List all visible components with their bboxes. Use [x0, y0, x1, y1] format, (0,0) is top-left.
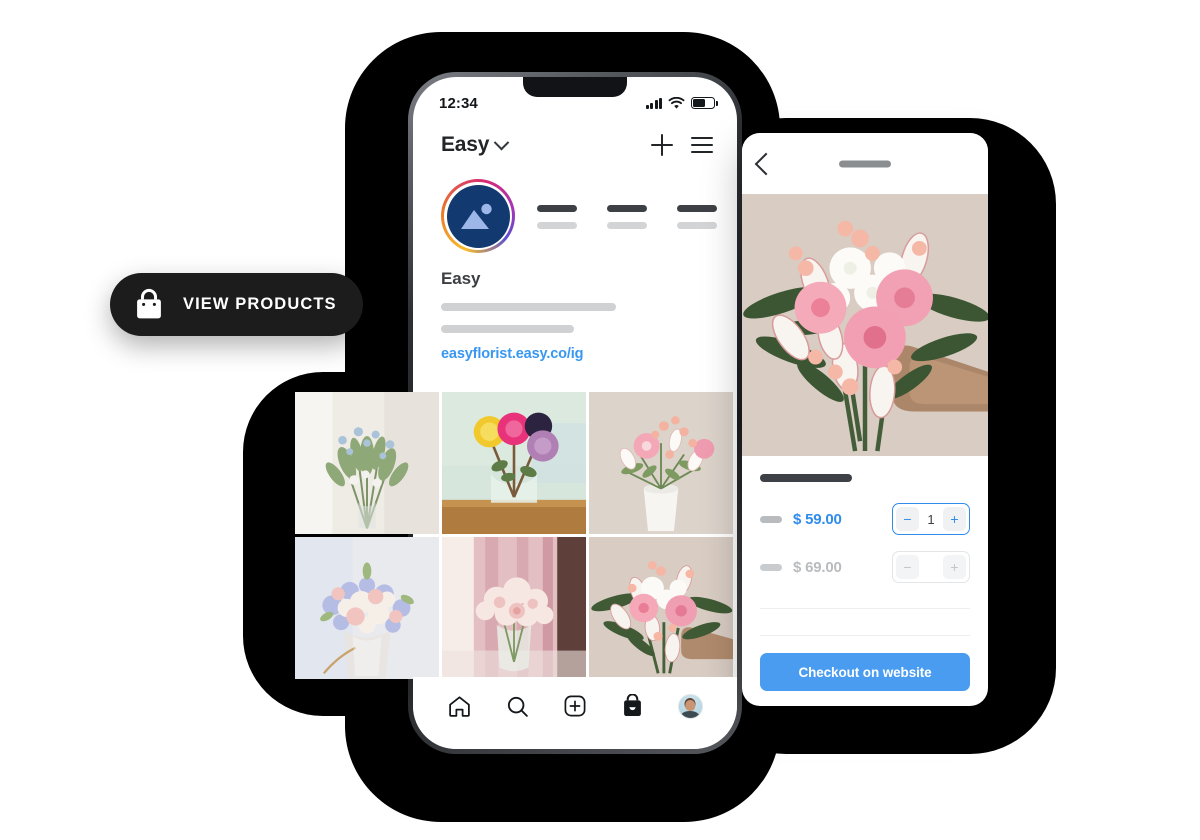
phone-notch [523, 77, 627, 97]
avatar-icon [677, 693, 703, 719]
stat-posts[interactable] [537, 205, 577, 229]
chevron-down-icon [493, 134, 510, 150]
stat-followers[interactable] [607, 205, 647, 229]
variant-price: $ 59.00 [793, 510, 842, 528]
view-products-label: VIEW PRODUCTS [183, 295, 337, 313]
profile-display-name: Easy [441, 269, 481, 288]
nav-home[interactable] [445, 691, 475, 721]
product-panel-title-placeholder [839, 160, 891, 167]
avatar-story-ring[interactable] [441, 179, 515, 253]
account-name: Easy [441, 133, 490, 156]
increment-button[interactable]: + [943, 507, 966, 531]
variant-label-placeholder [760, 563, 782, 571]
stat-value-placeholder [607, 205, 647, 212]
search-icon [507, 696, 528, 717]
decrement-button[interactable]: − [896, 555, 919, 579]
shopping-bag-filled-icon [624, 694, 641, 716]
grid-photo[interactable] [589, 537, 733, 679]
product-detail-panel: $ 59.00 − 1 + $ 69.00 − + Checkout on we… [742, 133, 988, 706]
grid-photo[interactable] [295, 537, 439, 679]
status-icons [645, 96, 718, 110]
composition-stage: 12:34 Easy Easy easyflorist.easy.co/ig $… [0, 0, 1200, 840]
profile-photo-grid [295, 392, 733, 679]
cellular-signal-icon [645, 97, 662, 109]
variant-price: $ 69.00 [793, 558, 842, 576]
product-hero-image [742, 194, 988, 456]
divider [760, 608, 970, 609]
header-actions [651, 134, 713, 156]
battery-icon [691, 97, 718, 109]
stat-label-placeholder [677, 222, 717, 229]
product-title-placeholder [760, 474, 852, 482]
nav-shop[interactable] [618, 691, 648, 721]
plus-icon[interactable] [651, 134, 673, 156]
product-panel-header [742, 133, 988, 194]
plus-square-icon [564, 695, 586, 717]
avatar [446, 184, 510, 248]
view-products-badge[interactable]: VIEW PRODUCTS [110, 273, 363, 336]
decrement-button[interactable]: − [896, 507, 919, 531]
variant-label-placeholder [760, 515, 782, 523]
profile-row [413, 167, 737, 253]
chevron-left-icon[interactable] [754, 152, 778, 175]
quantity-value: 1 [927, 511, 935, 527]
quantity-stepper[interactable]: − 1 + [892, 503, 970, 535]
grid-photo[interactable] [295, 392, 439, 534]
image-placeholder-icon [458, 199, 498, 230]
profile-bio: Easy easyflorist.easy.co/ig [413, 253, 737, 362]
home-icon [449, 695, 471, 717]
grid-photo[interactable] [589, 392, 733, 534]
bio-placeholder-line [441, 325, 574, 333]
grid-photo[interactable] [442, 392, 586, 534]
variant-row-selected[interactable]: $ 59.00 − 1 + [760, 503, 970, 535]
checkout-area: Checkout on website [742, 636, 988, 706]
grid-photo[interactable] [442, 537, 586, 679]
shopping-bag-icon [137, 288, 161, 318]
variant-row[interactable]: $ 69.00 − + [760, 551, 970, 583]
status-time: 12:34 [439, 94, 478, 112]
increment-button[interactable]: + [943, 555, 966, 579]
stat-value-placeholder [677, 205, 717, 212]
quantity-stepper[interactable]: − + [892, 551, 970, 583]
nav-search[interactable] [502, 691, 532, 721]
hamburger-icon[interactable] [691, 136, 713, 154]
account-switcher[interactable]: Easy [441, 133, 510, 157]
nav-profile[interactable] [675, 691, 705, 721]
stat-label-placeholder [607, 222, 647, 229]
avatar-inner [444, 182, 512, 250]
profile-stats [537, 203, 717, 229]
stat-label-placeholder [537, 222, 577, 229]
profile-website-link[interactable]: easyflorist.easy.co/ig [441, 346, 709, 362]
bottom-nav [413, 677, 737, 749]
app-header: Easy [413, 121, 737, 167]
stat-value-placeholder [537, 205, 577, 212]
checkout-button[interactable]: Checkout on website [760, 653, 970, 691]
product-info: $ 59.00 − 1 + $ 69.00 − + [742, 456, 988, 636]
nav-create[interactable] [560, 691, 590, 721]
wifi-icon [668, 96, 685, 109]
stat-following[interactable] [677, 205, 717, 229]
bio-placeholder-line [441, 303, 616, 311]
